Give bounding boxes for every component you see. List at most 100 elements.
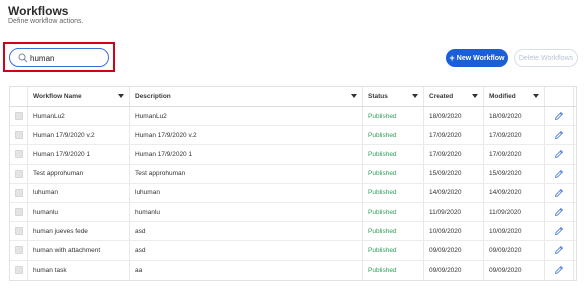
created-date: 15/09/2020 — [429, 170, 462, 178]
pencil-icon[interactable] — [554, 169, 564, 179]
edit-cell — [545, 145, 574, 164]
table-row[interactable]: luhuman luhuman Published 14/09/2020 14/… — [10, 183, 576, 203]
edit-cell — [545, 164, 574, 183]
status-cell: Published — [363, 202, 424, 222]
created-cell: 09/09/2020 — [424, 241, 484, 260]
row-checkbox[interactable] — [14, 246, 23, 255]
sort-down-icon[interactable] — [351, 94, 357, 98]
workflow-description: asd — [135, 227, 146, 235]
row-checkbox[interactable] — [14, 131, 23, 140]
table-row[interactable]: HumanLu2 HumanLu2 Published 18/09/2020 1… — [10, 107, 576, 127]
row-checkbox-cell — [10, 107, 28, 126]
table-row[interactable]: Human 17/9/2020 1 Human 17/9/2020 1 Publ… — [10, 145, 576, 165]
pencil-icon[interactable] — [554, 207, 564, 217]
search-icon — [18, 53, 28, 63]
sort-down-icon[interactable] — [533, 94, 539, 98]
pencil-icon[interactable] — [554, 188, 564, 198]
row-checkbox-cell — [10, 164, 28, 183]
modified-cell: 09/09/2020 — [484, 260, 545, 280]
status-badge: Published — [368, 208, 397, 216]
pencil-icon[interactable] — [554, 226, 564, 236]
column-header-status-label: Status — [368, 93, 388, 100]
table-row[interactable]: human jueves fede asd Published 10/09/20… — [10, 222, 576, 242]
column-header-created-label: Created — [429, 93, 454, 100]
workflow-name: luhuman — [33, 189, 58, 197]
search-input[interactable] — [30, 51, 104, 65]
edit-cell — [545, 126, 574, 145]
row-checkbox[interactable] — [14, 188, 23, 197]
workflow-description: Human 17/9/2020 v.2 — [135, 131, 197, 139]
table-row[interactable]: Test approhuman Test approhuman Publishe… — [10, 164, 576, 184]
column-header-status[interactable]: Status — [363, 87, 424, 106]
plus-icon: + — [449, 52, 455, 63]
modified-date: 18/09/2020 — [489, 112, 522, 120]
header-edit-cell — [545, 87, 574, 106]
row-checkbox-cell — [10, 126, 28, 145]
created-cell: 14/09/2020 — [424, 183, 484, 202]
pencil-icon[interactable] — [554, 111, 564, 121]
column-header-created[interactable]: Created — [424, 87, 484, 106]
modified-date: 17/09/2020 — [489, 150, 522, 158]
table-row[interactable]: human with attachment asd Published 09/0… — [10, 241, 576, 261]
workflow-description: aa — [135, 266, 143, 274]
description-cell: Test approhuman — [130, 164, 363, 183]
table-row[interactable]: human task aa Published 09/09/2020 09/09… — [10, 260, 576, 280]
row-checkbox-cell — [10, 202, 28, 222]
pencil-icon[interactable] — [554, 130, 564, 140]
delete-workflows-button[interactable]: Delete Workflows — [514, 49, 578, 67]
status-badge: Published — [368, 112, 397, 120]
workflow-name-cell: human task — [28, 260, 130, 280]
row-checkbox[interactable] — [14, 169, 23, 178]
row-checkbox-cell — [10, 145, 28, 164]
description-cell: HumanLu2 — [130, 107, 363, 126]
workflow-name: humanlu — [33, 208, 58, 216]
created-date: 09/09/2020 — [429, 246, 462, 254]
modified-cell: 14/09/2020 — [484, 183, 545, 202]
column-header-modified[interactable]: Modified — [484, 87, 545, 106]
column-header-description[interactable]: Description — [130, 87, 363, 106]
status-badge: Published — [368, 246, 397, 254]
workflow-name-cell: humanlu — [28, 202, 130, 222]
sort-down-icon[interactable] — [118, 94, 124, 98]
modified-cell: 17/09/2020 — [484, 126, 545, 145]
description-cell: asd — [130, 222, 363, 241]
modified-cell: 17/09/2020 — [484, 145, 545, 164]
row-extra-cell — [574, 165, 576, 183]
sort-down-icon[interactable] — [472, 94, 478, 98]
table-row[interactable]: Human 17/9/2020 v.2 Human 17/9/2020 v.2 … — [10, 126, 576, 146]
new-workflow-label: New Workflow — [456, 54, 505, 62]
workflow-description: humanlu — [135, 208, 160, 216]
row-extra-cell — [574, 184, 576, 202]
new-workflow-button[interactable]: + New Workflow — [446, 49, 508, 67]
description-cell: aa — [130, 260, 363, 280]
row-checkbox[interactable] — [14, 208, 23, 217]
column-header-name-label: Workflow Name — [33, 93, 82, 100]
row-checkbox[interactable] — [14, 150, 23, 159]
row-checkbox[interactable] — [14, 227, 23, 236]
workflow-name: Test approhuman — [33, 170, 84, 178]
table-row[interactable]: humanlu humanlu Published 11/09/2020 11/… — [10, 202, 576, 223]
status-cell: Published — [363, 126, 424, 145]
row-checkbox[interactable] — [14, 266, 23, 275]
row-extra-cell — [574, 261, 576, 280]
pencil-icon[interactable] — [554, 245, 564, 255]
pencil-icon[interactable] — [554, 265, 564, 275]
header-checkbox-cell — [10, 87, 28, 106]
pencil-icon[interactable] — [554, 149, 564, 159]
status-badge: Published — [368, 227, 397, 235]
workflow-name-cell: Human 17/9/2020 1 — [28, 145, 130, 164]
status-cell: Published — [363, 107, 424, 126]
modified-cell: 18/09/2020 — [484, 107, 545, 126]
column-header-name[interactable]: Workflow Name — [28, 87, 130, 106]
table-body: HumanLu2 HumanLu2 Published 18/09/2020 1… — [10, 107, 576, 280]
created-cell: 10/09/2020 — [424, 222, 484, 241]
workflow-name: human jueves fede — [33, 227, 88, 235]
edit-cell — [545, 202, 574, 222]
row-checkbox[interactable] — [14, 112, 23, 121]
created-date: 11/09/2020 — [429, 208, 462, 216]
sort-down-icon[interactable] — [412, 94, 418, 98]
row-extra-cell — [574, 203, 576, 221]
search-box[interactable] — [9, 48, 109, 67]
modified-cell: 11/09/2020 — [484, 202, 545, 222]
workflow-name-cell: HumanLu2 — [28, 107, 130, 126]
